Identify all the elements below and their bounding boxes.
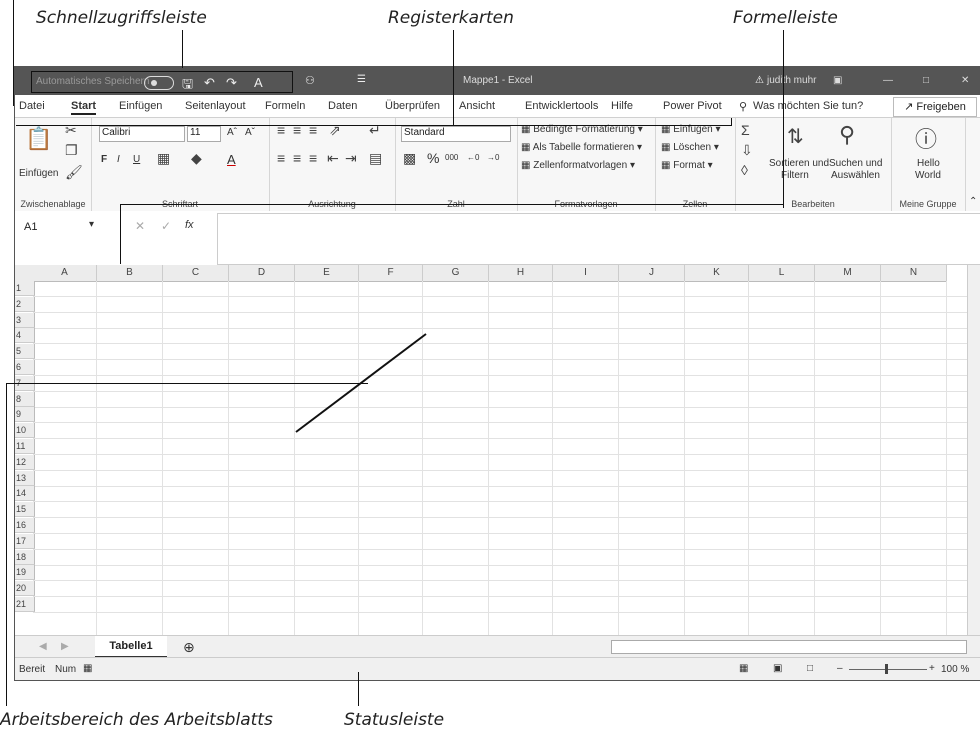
- diagonal-leader: [295, 333, 427, 433]
